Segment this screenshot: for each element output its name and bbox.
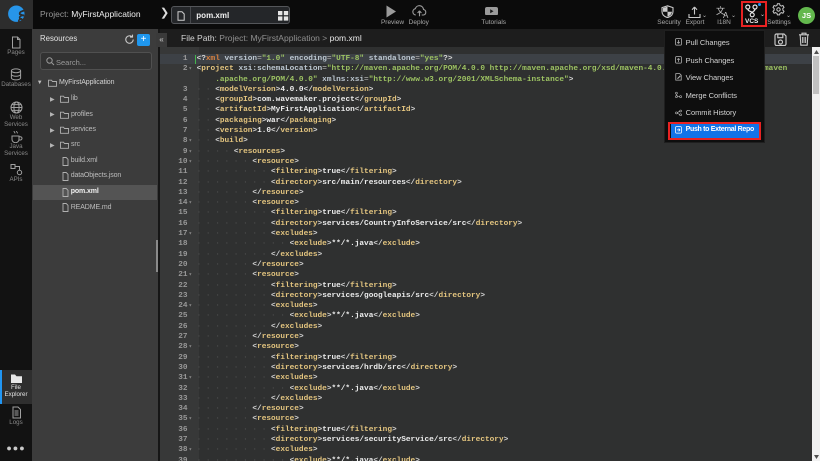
svg-text:A: A bbox=[723, 11, 729, 19]
